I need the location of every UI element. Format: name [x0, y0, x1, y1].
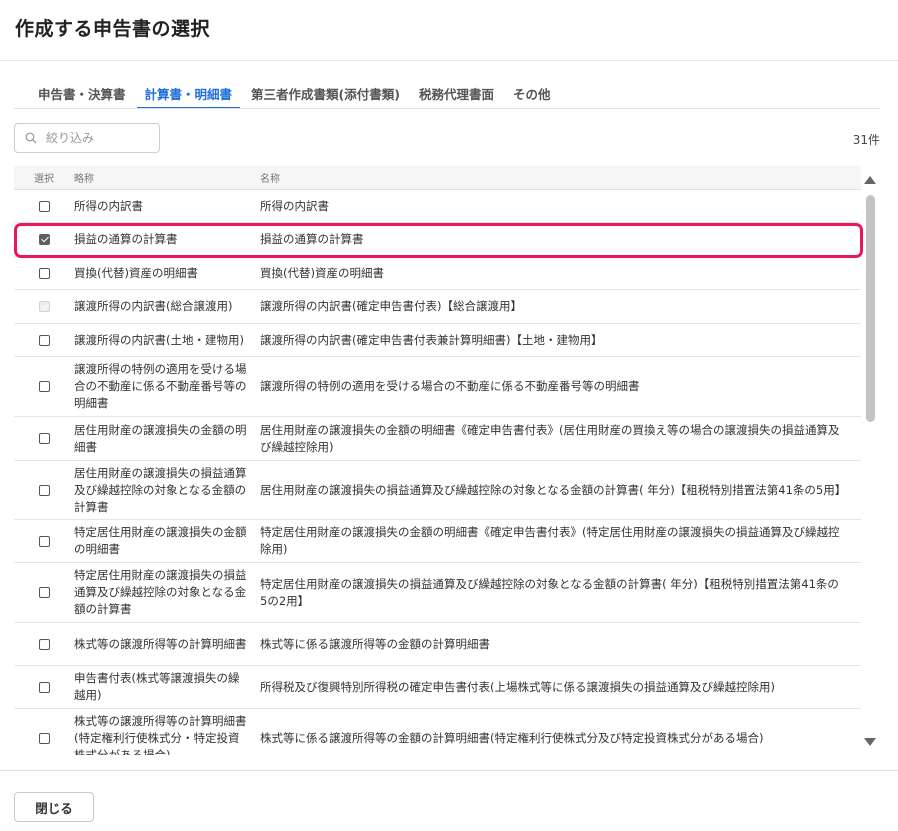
row-checkbox[interactable] — [38, 638, 50, 650]
row-checkbox[interactable] — [38, 587, 50, 598]
row-name: 株式等に係る譲渡所得等の金額の計算明細書(特定権利行使株式分及び特定投資株式分が… — [260, 731, 764, 745]
column-header-name: 名称 — [260, 174, 280, 185]
table-row[interactable]: 所得の内訳書 所得の内訳書 — [14, 190, 861, 223]
row-short-name: 株式等の譲渡所得等の計算明細書 — [74, 636, 247, 651]
tab-statements[interactable]: 計算書・明細書 — [136, 82, 241, 109]
search-icon — [25, 132, 37, 144]
table-row[interactable]: 株式等の譲渡所得等の計算明細書 株式等に係る譲渡所得等の金額の計算明細書 — [14, 623, 861, 666]
row-checkbox[interactable] — [38, 234, 50, 245]
row-select-cell — [14, 301, 74, 312]
row-short-name: 居住用財産の譲渡損失の金額の明細書 — [74, 422, 247, 454]
row-checkbox[interactable] — [38, 381, 50, 392]
row-select-cell — [14, 200, 74, 212]
table-row[interactable]: 特定居住用財産の譲渡損失の金額の明細書 特定居住用財産の譲渡損失の金額の明細書《確… — [14, 520, 861, 563]
table-row[interactable]: 居住用財産の譲渡損失の損益通算及び繰越控除の対象となる金額の計算書 居住用財産の譲… — [14, 461, 861, 520]
table-row[interactable]: 株式等の譲渡所得等の計算明細書(特定権利行使株式分・特定投資株式分がある場合) 株… — [14, 709, 861, 755]
column-header-select: 選択 — [34, 174, 54, 185]
row-name: 譲渡所得の内訳書(確定申告書付表)【総合譲渡用】 — [260, 299, 522, 313]
row-select-cell — [14, 638, 74, 650]
row-checkbox[interactable] — [38, 733, 50, 744]
row-short-name: 株式等の譲渡所得等の計算明細書(特定権利行使株式分・特定投資株式分がある場合) — [74, 714, 247, 755]
tab-other[interactable]: その他 — [505, 82, 559, 109]
row-select-cell — [14, 733, 74, 744]
row-name: 居住用財産の譲渡損失の金額の明細書《確定申告書付表》(居住用財産の買換え等の場合… — [260, 422, 840, 454]
row-select-cell — [14, 234, 74, 245]
row-checkbox[interactable] — [38, 484, 50, 496]
header-divider — [0, 60, 898, 61]
tab-bar: 申告書・決算書 計算書・明細書 第三者作成書類(添付書類) 税務代理書面 その他 — [30, 82, 562, 109]
row-select-cell — [14, 484, 74, 496]
row-name: 特定居住用財産の譲渡損失の金額の明細書《確定申告書付表》(特定居住用財産の譲渡損… — [260, 525, 840, 556]
table-row[interactable]: 居住用財産の譲渡損失の金額の明細書 居住用財産の譲渡損失の金額の明細書《確定申告書… — [14, 417, 861, 461]
scroll-up-arrow-icon[interactable] — [864, 176, 876, 184]
row-checkbox[interactable] — [38, 433, 50, 444]
row-name: 所得の内訳書 — [260, 198, 329, 213]
filter-box — [14, 123, 160, 153]
table-row[interactable]: 譲渡所得の内訳書(総合譲渡用) 譲渡所得の内訳書(確定申告書付表)【総合譲渡用】 — [14, 290, 861, 324]
table-row[interactable]: 損益の通算の計算書 損益の通算の計算書 — [14, 223, 861, 257]
table-body: 所得の内訳書 所得の内訳書損益の通算の計算書 損益の通算の計算書買換(代替)資産の明… — [14, 190, 861, 755]
row-select-cell — [14, 535, 74, 547]
row-select-cell — [14, 587, 74, 598]
row-checkbox[interactable] — [38, 681, 50, 693]
row-name: 譲渡所得の内訳書(確定申告書付表兼計算明細書)【土地・建物用】 — [260, 332, 603, 347]
row-select-cell — [14, 681, 74, 693]
row-name: 居住用財産の譲渡損失の損益通算及び繰越控除の対象となる金額の計算書( 年分)【租… — [260, 482, 847, 497]
tab-returns[interactable]: 申告書・決算書 — [30, 82, 134, 109]
scrollbar-thumb[interactable] — [866, 195, 875, 422]
row-short-name: 買換(代替)資産の明細書 — [74, 265, 198, 280]
row-checkbox — [38, 301, 50, 312]
row-short-name: 譲渡所得の内訳書(総合譲渡用) — [74, 299, 233, 313]
footer-divider — [0, 770, 898, 771]
row-checkbox[interactable] — [38, 535, 50, 547]
result-count: 31件 — [852, 133, 880, 147]
dialog-title: 作成する申告書の選択 — [15, 18, 211, 40]
row-name: 株式等に係る譲渡所得等の金額の計算明細書 — [260, 636, 490, 651]
table-row[interactable]: 譲渡所得の特例の適用を受ける場合の不動産に係る不動産番号等の明細書 譲渡所得の特例… — [14, 357, 861, 417]
row-name: 譲渡所得の特例の適用を受ける場合の不動産に係る不動産番号等の明細書 — [260, 379, 640, 393]
row-checkbox[interactable] — [38, 334, 50, 346]
tab-third-party-docs[interactable]: 第三者作成書類(添付書類) — [243, 82, 408, 109]
row-short-name: 譲渡所得の特例の適用を受ける場合の不動産に係る不動産番号等の明細書 — [74, 362, 247, 410]
table-row[interactable]: 特定居住用財産の譲渡損失の損益通算及び繰越控除の対象となる金額の計算書 特定居住用… — [14, 563, 861, 623]
row-name: 特定居住用財産の譲渡損失の損益通算及び繰越控除の対象となる金額の計算書( 年分)… — [260, 576, 839, 608]
document-table: 選択 略称 名称 所得の内訳書 所得の内訳書損益の通算の計算書 損益の通算の計算書買… — [14, 166, 861, 755]
row-short-name: 特定居住用財産の譲渡損失の損益通算及び繰越控除の対象となる金額の計算書 — [74, 568, 247, 616]
row-select-cell — [14, 267, 74, 279]
row-checkbox[interactable] — [38, 267, 50, 279]
row-short-name: 特定居住用財産の譲渡損失の金額の明細書 — [74, 525, 247, 556]
row-short-name: 居住用財産の譲渡損失の損益通算及び繰越控除の対象となる金額の計算書 — [74, 465, 247, 514]
column-header-short-name: 略称 — [74, 174, 94, 185]
table-row[interactable]: 申告書付表(株式等譲渡損失の繰越用) 所得税及び復興特別所得税の確定申告書付表(上… — [14, 666, 861, 709]
scroll-down-arrow-icon[interactable] — [864, 738, 876, 746]
row-name: 所得税及び復興特別所得税の確定申告書付表(上場株式等に係る譲渡損失の損益通算及び… — [260, 679, 775, 694]
row-short-name: 譲渡所得の内訳書(土地・建物用) — [74, 332, 244, 347]
row-short-name: 申告書付表(株式等譲渡損失の繰越用) — [74, 671, 240, 702]
row-short-name: 損益の通算の計算書 — [74, 232, 178, 246]
row-name: 損益の通算の計算書 — [260, 232, 364, 246]
tab-tax-agent-docs[interactable]: 税務代理書面 — [411, 82, 502, 109]
row-short-name: 所得の内訳書 — [74, 198, 143, 213]
table-header: 選択 略称 名称 — [14, 166, 861, 190]
table-row[interactable]: 買換(代替)資産の明細書 買換(代替)資産の明細書 — [14, 257, 861, 290]
row-name: 買換(代替)資産の明細書 — [260, 265, 384, 280]
row-select-cell — [14, 381, 74, 392]
filter-input[interactable] — [46, 129, 154, 147]
close-button[interactable]: 閉じる — [14, 792, 94, 822]
table-row[interactable]: 譲渡所得の内訳書(土地・建物用) 譲渡所得の内訳書(確定申告書付表兼計算明細書)【… — [14, 324, 861, 357]
row-select-cell — [14, 334, 74, 346]
row-checkbox[interactable] — [38, 200, 50, 212]
row-select-cell — [14, 433, 74, 444]
tabs-divider — [14, 108, 880, 109]
